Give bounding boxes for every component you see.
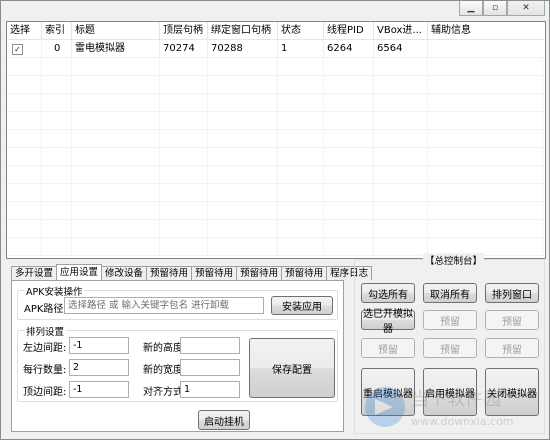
tab-reserved-4[interactable]: 预留待用 xyxy=(281,266,328,280)
col-top-handle[interactable]: 顶层句柄 xyxy=(160,22,208,39)
apk-path-input[interactable] xyxy=(64,297,264,314)
per-row-input[interactable] xyxy=(69,359,129,376)
col-index[interactable]: 索引 xyxy=(42,22,72,39)
master-control-group: 【总控制台】 勾选所有 取消所有 排列窗口 选已开模拟器 预留 预留 预留 预留 预留 重启模拟器… xyxy=(354,253,545,434)
close-emulator-button[interactable]: 关闭模拟器 xyxy=(485,368,539,416)
arrange-group-label: 排列设置 xyxy=(24,324,67,338)
cell-top-handle: 70274 xyxy=(160,40,208,57)
left-margin-label: 左边间距: xyxy=(23,343,67,354)
col-bind-handle[interactable]: 绑定窗口句柄 xyxy=(208,22,278,39)
cell-bind-handle: 70288 xyxy=(208,40,278,57)
apk-group-label: APK安装操作 xyxy=(24,284,85,298)
empty-row xyxy=(7,94,545,112)
tab-reserved-2[interactable]: 预留待用 xyxy=(191,266,238,280)
cell-title: 雷电模拟器 xyxy=(72,40,160,57)
tab-multi-open[interactable]: 多开设置 xyxy=(11,266,58,280)
tab-reserved-3[interactable]: 预留待用 xyxy=(236,266,283,280)
col-info[interactable]: 辅助信息 xyxy=(428,22,543,39)
arrange-settings-group: 排列设置 左边间距: 每行数量: 顶边间距: 新的高度: 新的宽度: 对齐方式:… xyxy=(17,324,338,402)
maximize-icon: ▫ xyxy=(491,3,499,13)
empty-row xyxy=(7,148,545,166)
row-checkbox-cell[interactable]: ✓ xyxy=(7,40,42,57)
empty-row xyxy=(7,130,545,148)
empty-row xyxy=(7,112,545,130)
tab-modify-device[interactable]: 修改设备 xyxy=(101,266,148,280)
align-input[interactable] xyxy=(180,381,240,398)
install-app-button[interactable]: 安装应用 xyxy=(271,296,333,315)
per-row-label: 每行数量: xyxy=(23,365,67,376)
table-row[interactable]: ✓ 0 雷电模拟器 70274 70288 1 6264 6564 xyxy=(7,40,545,58)
start-hangup-button[interactable]: 启动挂机 xyxy=(198,410,250,430)
row-checkbox[interactable]: ✓ xyxy=(12,44,23,55)
reserved-button-2[interactable]: 预留 xyxy=(485,310,539,330)
save-config-button[interactable]: 保存配置 xyxy=(249,338,335,398)
cell-info xyxy=(428,40,543,57)
list-header: 选择 索引 标题 顶层句柄 绑定窗口句柄 状态 线程PID VBox进... 辅… xyxy=(7,22,545,40)
close-button[interactable]: ✕ xyxy=(507,1,545,16)
empty-row xyxy=(7,58,545,76)
empty-grid xyxy=(7,58,545,256)
width-input[interactable] xyxy=(180,359,240,376)
simulator-list[interactable]: 选择 索引 标题 顶层句柄 绑定窗口句柄 状态 线程PID VBox进... 辅… xyxy=(6,21,546,259)
maximize-button[interactable]: ▫ xyxy=(483,1,507,16)
empty-row xyxy=(7,220,545,238)
tab-reserved-1[interactable]: 预留待用 xyxy=(146,266,193,280)
minimize-icon: ▁ xyxy=(467,3,475,13)
empty-row xyxy=(7,76,545,94)
col-select[interactable]: 选择 xyxy=(7,22,42,39)
select-opened-button[interactable]: 选已开模拟器 xyxy=(361,309,415,335)
check-all-button[interactable]: 勾选所有 xyxy=(361,283,415,303)
col-vbox[interactable]: VBox进... xyxy=(374,22,428,39)
empty-row xyxy=(7,202,545,220)
app-settings-panel: APK安装操作 APK路径: 安装应用 排列设置 左边间距: 每行数量: 顶边间… xyxy=(11,280,344,432)
empty-row xyxy=(7,166,545,184)
top-margin-input[interactable] xyxy=(69,381,129,398)
apk-install-group: APK安装操作 APK路径: 安装应用 xyxy=(17,284,338,320)
tab-app-settings[interactable]: 应用设置 xyxy=(56,264,103,280)
cell-status: 1 xyxy=(278,40,324,57)
cell-thread-pid: 6264 xyxy=(324,40,374,57)
reserved-button-3[interactable]: 预留 xyxy=(361,338,415,358)
main-window: ▁ ▫ ✕ 选择 索引 标题 顶层句柄 绑定窗口句柄 状态 线程PID VBox… xyxy=(0,0,550,440)
cell-vbox: 6564 xyxy=(374,40,428,57)
empty-row xyxy=(7,184,545,202)
height-input[interactable] xyxy=(180,337,240,354)
settings-tabs: 多开设置 应用设置 修改设备 预留待用 预留待用 预留待用 预留待用 程序日志 xyxy=(11,264,373,280)
cell-index: 0 xyxy=(42,40,72,57)
uncheck-all-button[interactable]: 取消所有 xyxy=(423,283,477,303)
minimize-button[interactable]: ▁ xyxy=(459,1,483,16)
reserved-button-4[interactable]: 预留 xyxy=(423,338,477,358)
restart-emulator-button[interactable]: 重启模拟器 xyxy=(361,368,415,416)
enable-emulator-button[interactable]: 启用模拟器 xyxy=(423,368,477,416)
apk-path-label: APK路径: xyxy=(24,304,67,315)
left-margin-input[interactable] xyxy=(69,337,129,354)
control-group-label: 【总控制台】 xyxy=(423,253,485,267)
col-status[interactable]: 状态 xyxy=(278,22,324,39)
col-title[interactable]: 标题 xyxy=(72,22,160,39)
reserved-button-1[interactable]: 预留 xyxy=(423,310,477,330)
window-controls: ▁ ▫ ✕ xyxy=(459,1,545,16)
top-margin-label: 顶边间距: xyxy=(23,387,67,398)
reserved-button-5[interactable]: 预留 xyxy=(485,338,539,358)
close-icon: ✕ xyxy=(522,3,530,13)
arrange-windows-button[interactable]: 排列窗口 xyxy=(485,283,539,303)
col-thread-pid[interactable]: 线程PID xyxy=(324,22,374,39)
